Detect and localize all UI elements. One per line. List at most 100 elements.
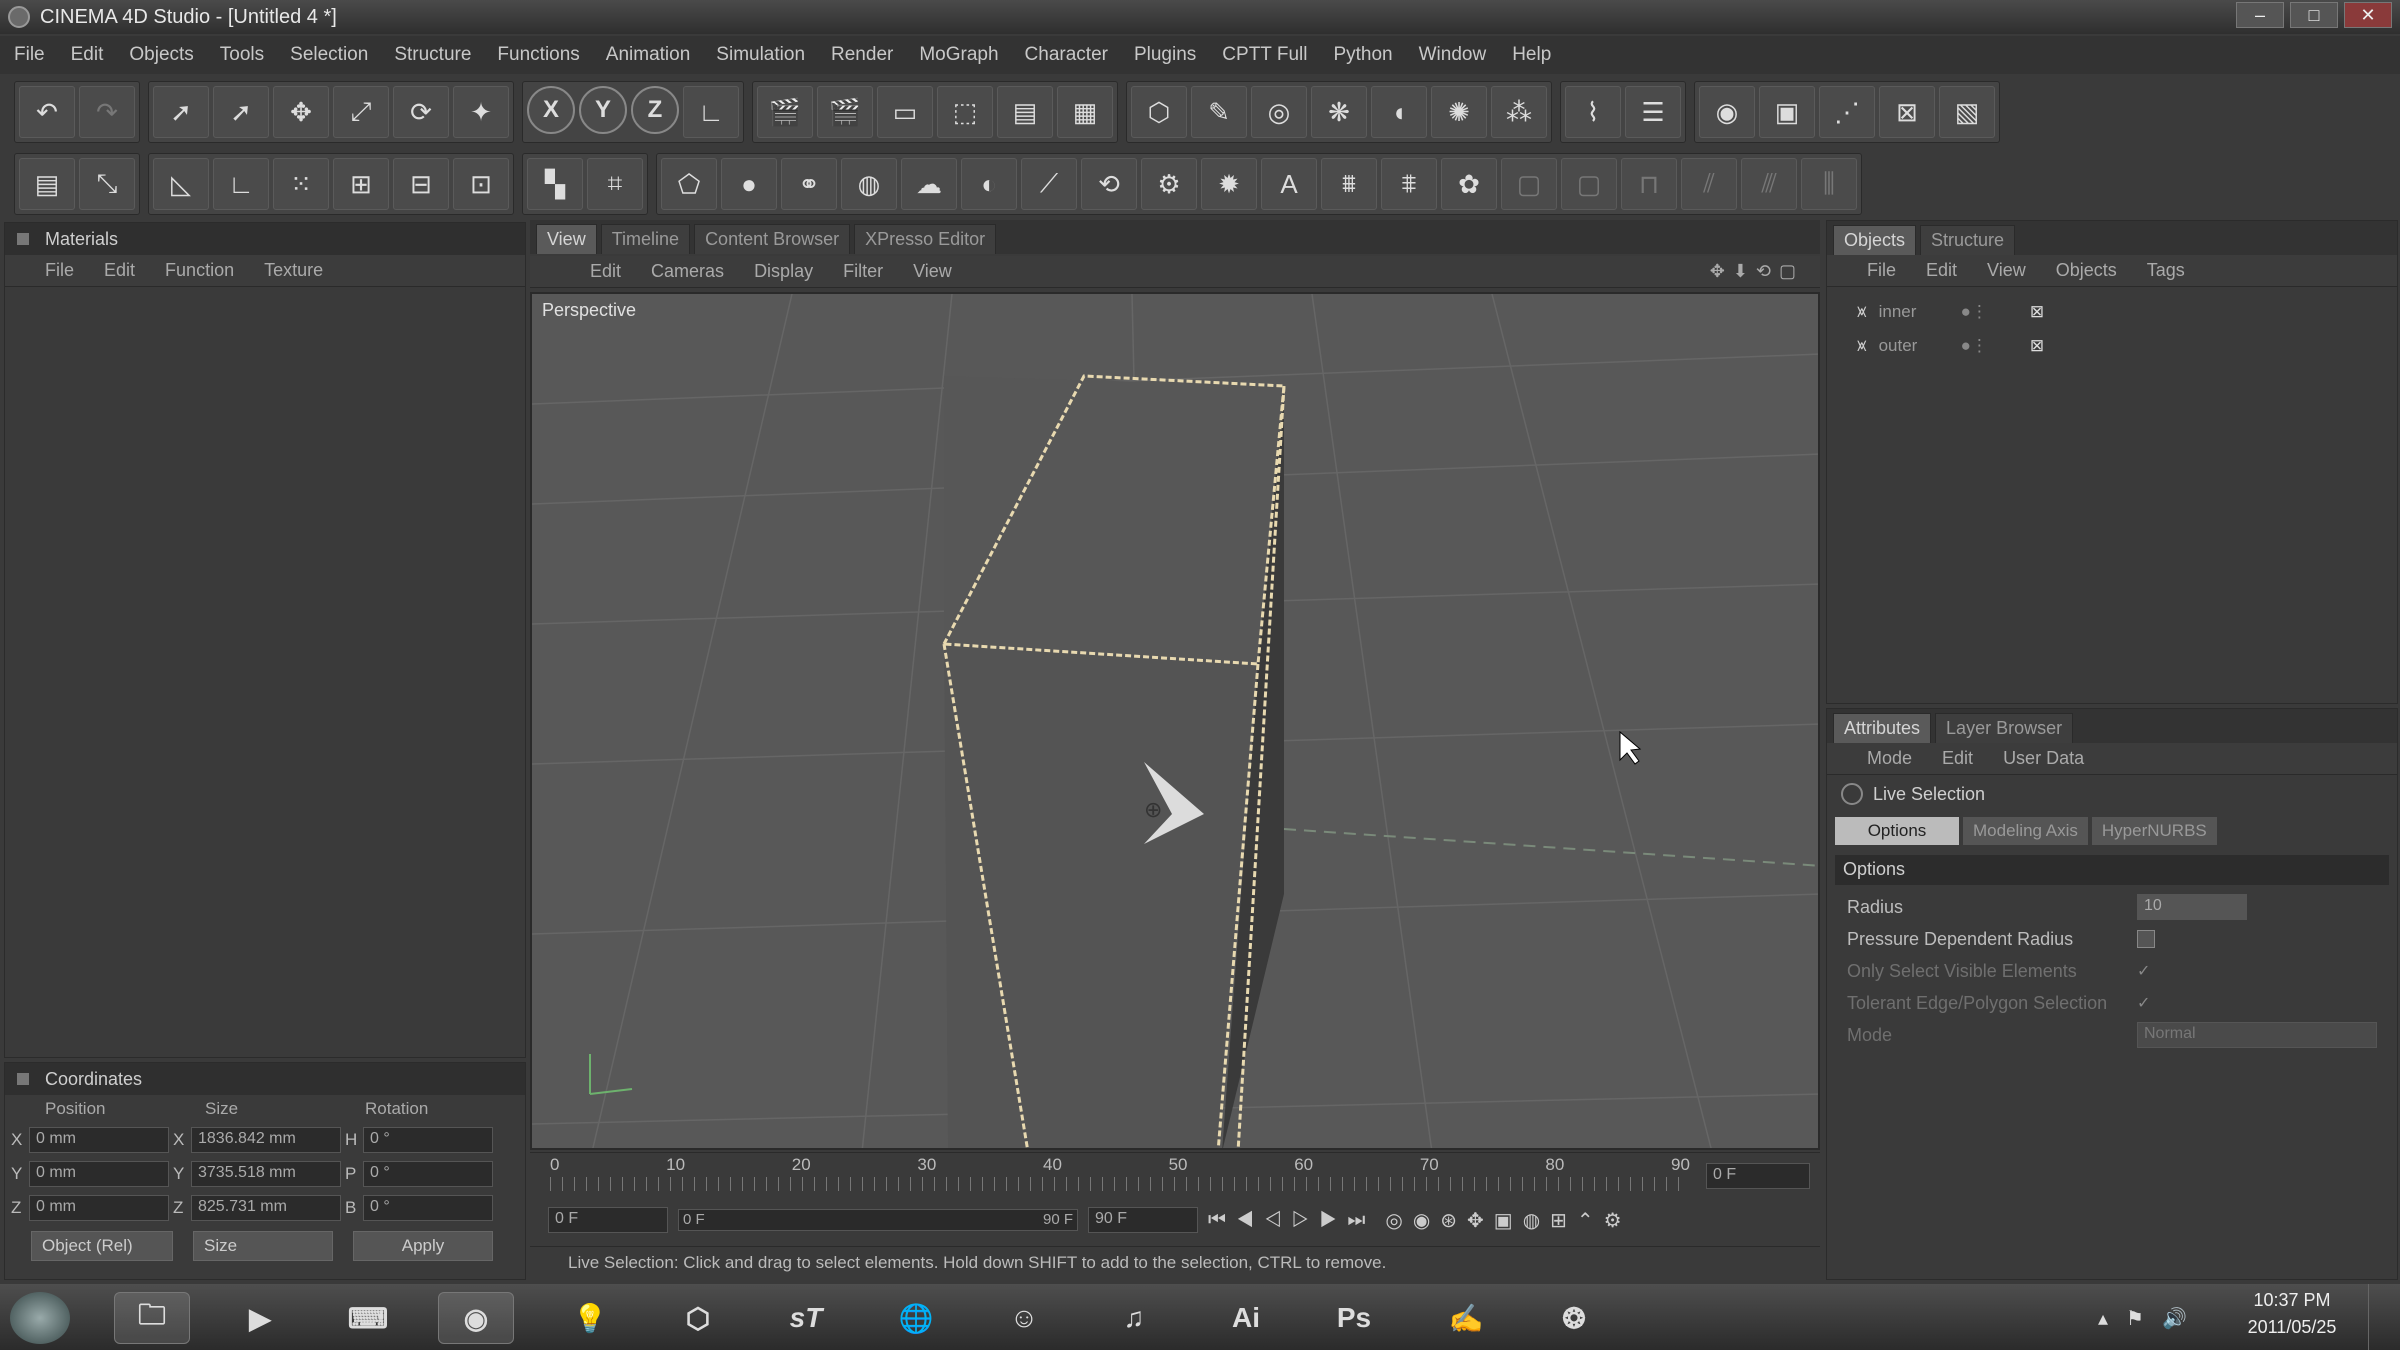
object-name[interactable]: inner bbox=[1879, 302, 1949, 322]
end-frame-field[interactable]: 90 F bbox=[1088, 1207, 1198, 1233]
st-app-icon[interactable]: sT bbox=[768, 1292, 844, 1344]
coordinate-system-icon[interactable]: ∟ bbox=[683, 86, 739, 138]
media-player-icon[interactable]: ▶ bbox=[222, 1292, 298, 1344]
visible-only-checkbox[interactable]: ✓ bbox=[2137, 961, 2150, 981]
visibility-dots-icon[interactable]: ●⋮ bbox=[1961, 336, 1988, 356]
preview-range-slider[interactable]: 0 F 90 F bbox=[678, 1209, 1078, 1231]
viewport-menu-cameras[interactable]: Cameras bbox=[651, 261, 724, 282]
menu-structure[interactable]: Structure bbox=[394, 44, 471, 66]
polygons-mode-icon[interactable]: ⊟ bbox=[393, 158, 449, 210]
object-name[interactable]: outer bbox=[1879, 336, 1949, 356]
perspective-viewport[interactable]: Perspective ⊕ bbox=[530, 292, 1820, 1150]
rotation-b-field[interactable]: 0 ° bbox=[363, 1195, 493, 1221]
clock[interactable]: 10:37 PM 2011/05/25 bbox=[2232, 1290, 2352, 1338]
visibility-dots-icon[interactable]: ●⋮ bbox=[1961, 302, 1988, 322]
cinema4d-app-icon[interactable] bbox=[8, 6, 30, 28]
viewport-menu-view[interactable]: View bbox=[913, 261, 952, 282]
viewport-nav-icons[interactable]: ✥⬇⟲▢ bbox=[1710, 261, 1820, 282]
uv-mode-icon[interactable]: ⊡ bbox=[453, 158, 509, 210]
menu-functions[interactable]: Functions bbox=[497, 44, 579, 66]
subtab-options[interactable]: Options bbox=[1835, 817, 1959, 845]
coordinate-size-select[interactable]: Size bbox=[193, 1231, 333, 1261]
rect-selection-icon[interactable]: ➚ bbox=[213, 86, 269, 138]
sculpt-icon[interactable]: ☁ bbox=[901, 158, 957, 210]
attributes-menu-mode[interactable]: Mode bbox=[1867, 748, 1912, 769]
gear-icon[interactable]: ⚙ bbox=[1141, 158, 1197, 210]
transport-buttons[interactable]: ⏮◀◁▷▶⏭ bbox=[1208, 1209, 1375, 1232]
live-selection-icon[interactable]: ➚ bbox=[153, 86, 209, 138]
tab-view[interactable]: View bbox=[536, 224, 597, 254]
brush-icon[interactable]: ◐ bbox=[961, 158, 1017, 210]
bridge-icon[interactable]: ⊓ bbox=[1621, 158, 1677, 210]
z-axis-lock-button[interactable]: Z bbox=[631, 86, 679, 134]
extrude-icon[interactable]: ⬠ bbox=[661, 158, 717, 210]
objects-menu-tags[interactable]: Tags bbox=[2147, 260, 2185, 281]
size-x-field[interactable]: 1836.842 mm bbox=[191, 1127, 341, 1153]
redo-icon[interactable]: ↷ bbox=[79, 86, 135, 138]
materials-menu-file[interactable]: File bbox=[45, 260, 74, 281]
current-frame-field[interactable]: 0 F bbox=[1706, 1163, 1810, 1189]
render-region-icon[interactable]: ▭ bbox=[877, 86, 933, 138]
lightbulb-icon[interactable]: 💡 bbox=[552, 1292, 628, 1344]
layout-icon[interactable]: ▣ bbox=[1759, 86, 1815, 138]
cube-icon[interactable]: ⬡ bbox=[1131, 86, 1187, 138]
radius-input[interactable]: 10 bbox=[2137, 894, 2247, 920]
menu-file[interactable]: File bbox=[14, 44, 45, 66]
connect-icon[interactable]: ⚭ bbox=[781, 158, 837, 210]
subtab-modeling-axis[interactable]: Modeling Axis bbox=[1963, 817, 2088, 845]
attributes-menu-user-data[interactable]: User Data bbox=[2003, 748, 2084, 769]
scene-environment-icon[interactable]: ✺ bbox=[1431, 86, 1487, 138]
photoshop-icon[interactable]: Ps bbox=[1316, 1292, 1392, 1344]
apply-button[interactable]: Apply bbox=[353, 1231, 493, 1261]
system-tray-icons[interactable]: ▴⚑🔊 bbox=[2098, 1306, 2205, 1331]
render-view-icon[interactable]: 🎬 bbox=[757, 86, 813, 138]
enable-snap-icon[interactable]: ⌗ bbox=[587, 158, 643, 210]
viewport-menu-display[interactable]: Display bbox=[754, 261, 813, 282]
bevel-icon[interactable]: ◍ bbox=[841, 158, 897, 210]
mode-select[interactable]: Normal bbox=[2137, 1022, 2377, 1048]
render-picture-viewer-icon[interactable]: 🎬 bbox=[817, 86, 873, 138]
slice-icon[interactable]: ⫽ bbox=[1681, 158, 1737, 210]
menu-tools[interactable]: Tools bbox=[220, 44, 264, 66]
pressure-radius-checkbox[interactable] bbox=[2137, 930, 2155, 948]
weld-icon[interactable]: ⩨ bbox=[1381, 158, 1437, 210]
optimize-icon[interactable]: ✿ bbox=[1441, 158, 1497, 210]
rotate-icon[interactable]: ⟳ bbox=[393, 86, 449, 138]
object-axis-icon[interactable]: ∟ bbox=[213, 158, 269, 210]
keyframe-buttons[interactable]: ◎◉⊛✥▣◍⊞⌃⚙ bbox=[1385, 1208, 1631, 1233]
illustrator-icon[interactable]: Ai bbox=[1208, 1292, 1284, 1344]
nurbs-icon[interactable]: ◎ bbox=[1251, 86, 1307, 138]
rotation-h-field[interactable]: 0 ° bbox=[363, 1127, 493, 1153]
interactive-render-region-icon[interactable]: ⬚ bbox=[937, 86, 993, 138]
x-axis-lock-button[interactable]: X bbox=[527, 86, 575, 134]
tolerant-selection-checkbox[interactable]: ✓ bbox=[2137, 993, 2150, 1013]
recent-tool-icon[interactable]: ✦ bbox=[453, 86, 509, 138]
coordinate-mode-select[interactable]: Object (Rel) bbox=[31, 1231, 173, 1261]
objects-menu-view[interactable]: View bbox=[1987, 260, 2026, 281]
menu-edit[interactable]: Edit bbox=[71, 44, 104, 66]
make-editable-icon[interactable]: ⤡ bbox=[79, 158, 135, 210]
globe-icon[interactable]: ◉ bbox=[1699, 86, 1755, 138]
menu-mograph[interactable]: MoGraph bbox=[919, 44, 998, 66]
points-mode-icon[interactable]: ⁙ bbox=[273, 158, 329, 210]
menu-animation[interactable]: Animation bbox=[606, 44, 691, 66]
menu-cptt-full[interactable]: CPTT Full bbox=[1222, 44, 1307, 66]
phong-tag-icon[interactable]: ⊠ bbox=[2030, 302, 2044, 322]
undo-icon[interactable]: ↶ bbox=[19, 86, 75, 138]
tab-layer-browser[interactable]: Layer Browser bbox=[1935, 713, 2074, 743]
world-icon[interactable]: 🌐 bbox=[878, 1292, 954, 1344]
menu-render[interactable]: Render bbox=[831, 44, 893, 66]
mirror-icon[interactable]: ⫼ bbox=[1801, 158, 1857, 210]
rotation-p-field[interactable]: 0 ° bbox=[363, 1161, 493, 1187]
objects-menu-objects[interactable]: Objects bbox=[2056, 260, 2117, 281]
menu-plugins[interactable]: Plugins bbox=[1134, 44, 1196, 66]
timeline-icon[interactable]: ☰ bbox=[1625, 86, 1681, 138]
start-frame-field[interactable]: 0 F bbox=[548, 1207, 668, 1233]
render-settings-icon[interactable]: ▤ bbox=[997, 86, 1053, 138]
menu-window[interactable]: Window bbox=[1419, 44, 1487, 66]
menu-help[interactable]: Help bbox=[1512, 44, 1551, 66]
itunes-icon[interactable]: ♫ bbox=[1096, 1292, 1172, 1344]
materials-menu-function[interactable]: Function bbox=[165, 260, 234, 281]
text-tool-icon[interactable]: A bbox=[1261, 158, 1317, 210]
grid-snap-icon[interactable]: ⊠ bbox=[1879, 86, 1935, 138]
